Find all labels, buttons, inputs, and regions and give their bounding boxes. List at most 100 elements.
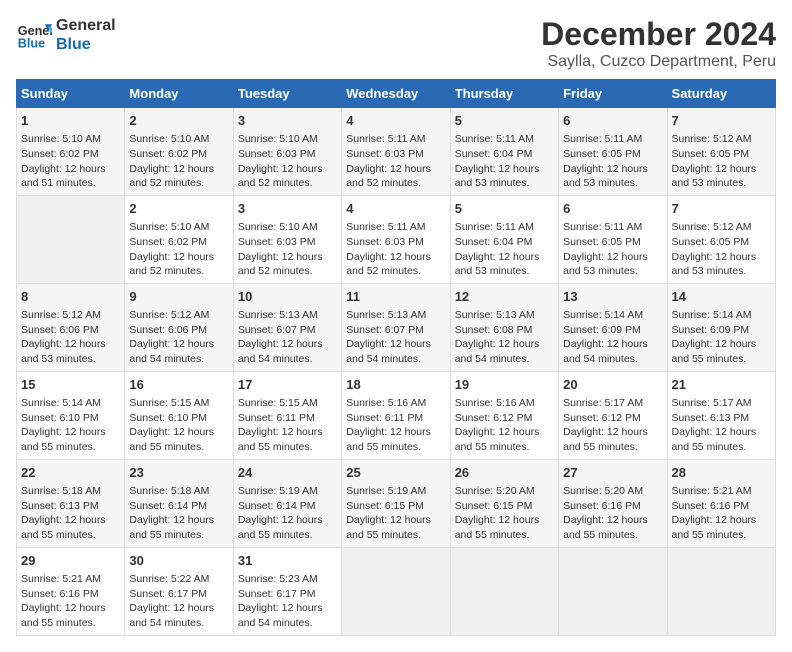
day-number: 2 — [129, 112, 228, 130]
day-number: 15 — [21, 376, 120, 394]
day-number: 29 — [21, 552, 120, 570]
calendar-cell: 13 Sunrise: 5:14 AM Sunset: 6:09 PM Dayli… — [559, 283, 667, 371]
day-number: 14 — [672, 288, 771, 306]
day-info: Sunrise: 5:10 AM Sunset: 6:03 PM Dayligh… — [238, 132, 337, 191]
header-sunday: Sunday — [17, 80, 125, 108]
day-info: Sunrise: 5:10 AM Sunset: 6:03 PM Dayligh… — [238, 220, 337, 279]
calendar-cell: 31Sunrise: 5:23 AM Sunset: 6:17 PM Dayli… — [233, 547, 341, 635]
day-info: Sunrise: 5:15 AM Sunset: 6:10 PM Dayligh… — [129, 396, 228, 455]
calendar-cell: 19Sunrise: 5:16 AM Sunset: 6:12 PM Dayli… — [450, 371, 558, 459]
day-number: 19 — [455, 376, 554, 394]
calendar-cell: 11Sunrise: 5:13 AM Sunset: 6:07 PM Dayli… — [342, 283, 450, 371]
day-number: 9 — [129, 288, 228, 306]
day-info: Sunrise: 5:16 AM Sunset: 6:11 PM Dayligh… — [346, 396, 445, 455]
svg-text:Blue: Blue — [18, 37, 45, 51]
day-info: Sunrise: 5:12 AM Sunset: 6:06 PM Dayligh… — [21, 308, 120, 367]
calendar-title: December 2024 — [541, 16, 776, 53]
day-info: Sunrise: 5:11 AM Sunset: 6:04 PM Dayligh… — [455, 220, 554, 279]
day-number: 5 — [455, 112, 554, 130]
calendar-cell: 1 Sunrise: 5:10 AM Sunset: 6:02 PM Daylig… — [17, 108, 125, 196]
day-number: 13 — [563, 288, 662, 306]
day-info: Sunrise: 5:23 AM Sunset: 6:17 PM Dayligh… — [238, 572, 337, 631]
logo: General Blue General Blue — [16, 16, 116, 54]
logo-icon: General Blue — [16, 17, 52, 53]
calendar-week-0: 1 Sunrise: 5:10 AM Sunset: 6:02 PM Daylig… — [17, 108, 776, 196]
logo-general: General — [56, 16, 116, 35]
day-info: Sunrise: 5:20 AM Sunset: 6:16 PM Dayligh… — [563, 484, 662, 543]
day-info: Sunrise: 5:11 AM Sunset: 6:03 PM Dayligh… — [346, 132, 445, 191]
day-number: 3 — [238, 112, 337, 130]
day-info: Sunrise: 5:19 AM Sunset: 6:14 PM Dayligh… — [238, 484, 337, 543]
day-number: 28 — [672, 464, 771, 482]
day-info: Sunrise: 5:13 AM Sunset: 6:07 PM Dayligh… — [238, 308, 337, 367]
calendar-cell: 16 Sunrise: 5:15 AM Sunset: 6:10 PM Dayli… — [125, 371, 233, 459]
calendar-cell: 22Sunrise: 5:18 AM Sunset: 6:13 PM Dayli… — [17, 459, 125, 547]
calendar-cell: 18Sunrise: 5:16 AM Sunset: 6:11 PM Dayli… — [342, 371, 450, 459]
day-number: 3 — [238, 200, 337, 218]
day-info: Sunrise: 5:21 AM Sunset: 6:16 PM Dayligh… — [672, 484, 771, 543]
calendar-cell: 6Sunrise: 5:11 AM Sunset: 6:05 PM Daylig… — [559, 108, 667, 196]
day-info: Sunrise: 5:10 AM Sunset: 6:02 PM Dayligh… — [129, 220, 228, 279]
day-info: Sunrise: 5:17 AM Sunset: 6:12 PM Dayligh… — [563, 396, 662, 455]
header-thursday: Thursday — [450, 80, 558, 108]
calendar-cell: 17 Sunrise: 5:15 AM Sunset: 6:11 PM Dayli… — [233, 371, 341, 459]
calendar-cell: 8 Sunrise: 5:12 AM Sunset: 6:06 PM Daylig… — [17, 283, 125, 371]
day-number: 26 — [455, 464, 554, 482]
calendar-week-1: 2 Sunrise: 5:10 AM Sunset: 6:02 PM Daylig… — [17, 195, 776, 283]
day-info: Sunrise: 5:12 AM Sunset: 6:06 PM Dayligh… — [129, 308, 228, 367]
calendar-cell: 5Sunrise: 5:11 AM Sunset: 6:04 PM Daylig… — [450, 195, 558, 283]
calendar-week-2: 8 Sunrise: 5:12 AM Sunset: 6:06 PM Daylig… — [17, 283, 776, 371]
day-number: 6 — [563, 112, 662, 130]
day-info: Sunrise: 5:10 AM Sunset: 6:02 PM Dayligh… — [21, 132, 120, 191]
header-tuesday: Tuesday — [233, 80, 341, 108]
logo-blue: Blue — [56, 35, 116, 54]
day-info: Sunrise: 5:19 AM Sunset: 6:15 PM Dayligh… — [346, 484, 445, 543]
calendar-cell: 26 Sunrise: 5:20 AM Sunset: 6:15 PM Dayli… — [450, 459, 558, 547]
day-info: Sunrise: 5:14 AM Sunset: 6:09 PM Dayligh… — [563, 308, 662, 367]
calendar-cell: 29 Sunrise: 5:21 AM Sunset: 6:16 PM Dayli… — [17, 547, 125, 635]
calendar-cell: 2 Sunrise: 5:10 AM Sunset: 6:02 PM Daylig… — [125, 108, 233, 196]
calendar-subtitle: Saylla, Cuzco Department, Peru — [541, 53, 776, 71]
day-number: 17 — [238, 376, 337, 394]
calendar-header-row: Sunday Monday Tuesday Wednesday Thursday… — [17, 80, 776, 108]
calendar-cell: 4 Sunrise: 5:11 AM Sunset: 6:03 PM Daylig… — [342, 195, 450, 283]
calendar-cell: 9 Sunrise: 5:12 AM Sunset: 6:06 PM Daylig… — [125, 283, 233, 371]
calendar-cell — [450, 547, 558, 635]
day-info: Sunrise: 5:13 AM Sunset: 6:08 PM Dayligh… — [455, 308, 554, 367]
day-info: Sunrise: 5:14 AM Sunset: 6:10 PM Dayligh… — [21, 396, 120, 455]
day-info: Sunrise: 5:13 AM Sunset: 6:07 PM Dayligh… — [346, 308, 445, 367]
day-number: 24 — [238, 464, 337, 482]
day-number: 22 — [21, 464, 120, 482]
calendar-cell — [17, 195, 125, 283]
calendar-cell: 5Sunrise: 5:11 AM Sunset: 6:04 PM Daylig… — [450, 108, 558, 196]
day-number: 16 — [129, 376, 228, 394]
calendar-cell: 4Sunrise: 5:11 AM Sunset: 6:03 PM Daylig… — [342, 108, 450, 196]
calendar-cell: 25Sunrise: 5:19 AM Sunset: 6:15 PM Dayli… — [342, 459, 450, 547]
calendar-week-4: 22Sunrise: 5:18 AM Sunset: 6:13 PM Dayli… — [17, 459, 776, 547]
calendar-cell: 15 Sunrise: 5:14 AM Sunset: 6:10 PM Dayli… — [17, 371, 125, 459]
calendar-cell: 28 Sunrise: 5:21 AM Sunset: 6:16 PM Dayli… — [667, 459, 775, 547]
day-info: Sunrise: 5:18 AM Sunset: 6:14 PM Dayligh… — [129, 484, 228, 543]
day-info: Sunrise: 5:17 AM Sunset: 6:13 PM Dayligh… — [672, 396, 771, 455]
day-number: 7 — [672, 112, 771, 130]
title-area: December 2024 Saylla, Cuzco Department, … — [541, 16, 776, 71]
day-info: Sunrise: 5:20 AM Sunset: 6:15 PM Dayligh… — [455, 484, 554, 543]
day-info: Sunrise: 5:21 AM Sunset: 6:16 PM Dayligh… — [21, 572, 120, 631]
day-number: 4 — [346, 200, 445, 218]
day-info: Sunrise: 5:11 AM Sunset: 6:03 PM Dayligh… — [346, 220, 445, 279]
day-number: 8 — [21, 288, 120, 306]
day-number: 20 — [563, 376, 662, 394]
day-number: 1 — [21, 112, 120, 130]
day-info: Sunrise: 5:10 AM Sunset: 6:02 PM Dayligh… — [129, 132, 228, 191]
calendar-cell: 2 Sunrise: 5:10 AM Sunset: 6:02 PM Daylig… — [125, 195, 233, 283]
day-info: Sunrise: 5:15 AM Sunset: 6:11 PM Dayligh… — [238, 396, 337, 455]
calendar-cell: 21Sunrise: 5:17 AM Sunset: 6:13 PM Dayli… — [667, 371, 775, 459]
calendar-cell: 7Sunrise: 5:12 AM Sunset: 6:05 PM Daylig… — [667, 195, 775, 283]
header-wednesday: Wednesday — [342, 80, 450, 108]
day-info: Sunrise: 5:14 AM Sunset: 6:09 PM Dayligh… — [672, 308, 771, 367]
day-number: 2 — [129, 200, 228, 218]
day-number: 27 — [563, 464, 662, 482]
page-header: General Blue General Blue December 2024 … — [16, 16, 776, 71]
day-number: 23 — [129, 464, 228, 482]
day-info: Sunrise: 5:12 AM Sunset: 6:05 PM Dayligh… — [672, 132, 771, 191]
